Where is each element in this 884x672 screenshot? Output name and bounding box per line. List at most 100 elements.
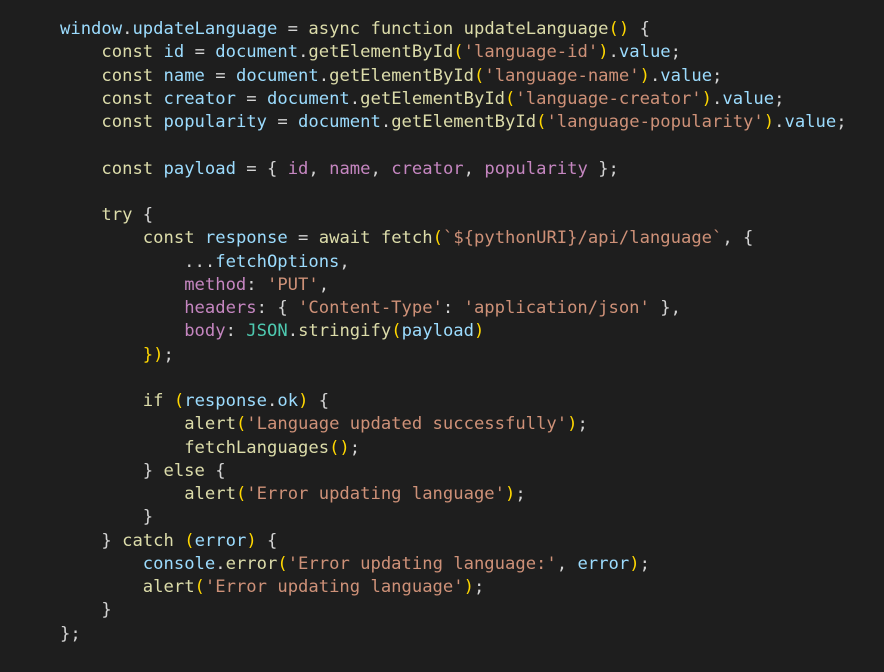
code-token: ( [391,321,402,342]
code-line[interactable]: ...fetchOptions, [60,251,847,274]
code-line[interactable]: }); [60,344,847,367]
code-token: ( [536,112,547,132]
code-token: , [308,158,330,179]
code-token: 'Language updated successfully' [246,414,568,435]
code-token: fetch [380,228,433,249]
code-token: = [204,65,236,86]
code-token: = [235,88,267,109]
code-line[interactable]: const id = document.getElementById('lang… [60,41,847,64]
code-line[interactable]: const response = await fetch(`${pythonUR… [60,227,847,250]
code-token: document [267,88,350,109]
code-line[interactable]: fetchLanguages(); [60,437,847,460]
code-token: ; [163,344,174,365]
code-token: alert [142,577,195,597]
code-block[interactable]: window.updateLanguage = async function u… [60,18,847,646]
code-token: stringify [298,321,392,342]
code-token: ( [432,228,443,249]
code-token: : [442,298,464,318]
code-line[interactable] [60,367,847,390]
code-line[interactable]: body: JSON.stringify(payload) [60,320,847,343]
code-token: () [329,437,350,458]
code-line[interactable]: } [60,506,847,529]
code-line[interactable]: }; [60,623,847,646]
code-token: 'language-creator' [515,88,702,109]
code-line[interactable]: } catch (error) { [60,530,847,553]
code-token: . [318,65,330,86]
code-line[interactable]: console.error('Error updating language:'… [60,553,847,576]
code-token: ; [639,553,650,574]
code-line[interactable]: headers: { 'Content-Type': 'application/… [60,297,847,320]
code-token: ; [774,88,785,109]
code-token: = [267,112,299,132]
code-token: 'language-id' [463,42,599,63]
code-line[interactable]: const name = document.getElementById('la… [60,65,847,88]
code-token: . [608,42,619,63]
code-token: updateLanguage [132,19,278,39]
code-token: : [246,274,267,295]
code-token: 'language-name' [484,65,640,86]
code-token: payload [401,321,474,342]
code-token: }, [649,298,681,318]
code-token: popularity [484,158,588,179]
code-line[interactable]: window.updateLanguage = async function u… [60,18,847,41]
code-line[interactable]: try { [60,204,847,227]
code-line[interactable]: } else { [60,460,847,483]
code-line[interactable]: const payload = { id, name, creator, pop… [60,158,847,181]
code-token: updateLanguage [463,19,609,39]
code-token: { [256,530,278,551]
code-line[interactable]: alert('Language updated successfully'); [60,413,847,436]
code-line[interactable]: method: 'PUT', [60,274,847,297]
code-token: ) [298,391,309,411]
code-token: 'application/json' [463,298,650,318]
code-token: ) [639,65,650,86]
code-token: ( [184,530,195,551]
code-token: method [184,274,247,295]
code-token: getElementById [360,88,506,109]
code-token: alert [184,484,236,504]
code-line[interactable]: alert('Error updating language'); [60,483,847,506]
code-token: catch [122,530,174,551]
code-token: 'Content-Type' [298,298,443,318]
code-token: ; [349,437,361,458]
code-line[interactable]: if (response.ok) { [60,390,847,413]
code-editor[interactable]: window.updateLanguage = async function u… [0,0,884,672]
code-line[interactable] [60,181,847,204]
code-token: document [215,42,299,63]
code-line[interactable]: } [60,599,847,622]
code-token: ) [763,112,775,132]
code-line[interactable]: alert('Error updating language'); [60,576,847,599]
code-token: ; [515,484,526,504]
code-token: }; [587,158,619,179]
code-token: const [101,65,154,86]
code-token: value [784,112,837,132]
code-token: ; [712,65,723,86]
code-token: { [629,19,650,39]
code-token: document [235,65,319,86]
code-token: ; [577,414,588,435]
code-token: ) [246,530,257,551]
code-line[interactable]: const popularity = document.getElementBy… [60,111,846,134]
code-token: name [163,65,205,86]
code-token: fetchLanguages [184,437,330,458]
code-line[interactable] [60,134,847,157]
code-token: 'Error updating language:' [287,553,557,574]
code-token: ) [567,414,578,435]
code-token: alert [184,414,236,435]
code-token: getElementById [308,42,454,63]
code-token: body [184,321,226,342]
code-token: { [204,460,226,481]
code-token: }; [60,623,81,644]
code-token: . [649,65,661,86]
code-token: console [142,553,216,574]
code-token: ) [629,553,640,574]
code-line[interactable]: const creator = document.getElementById(… [60,88,847,111]
